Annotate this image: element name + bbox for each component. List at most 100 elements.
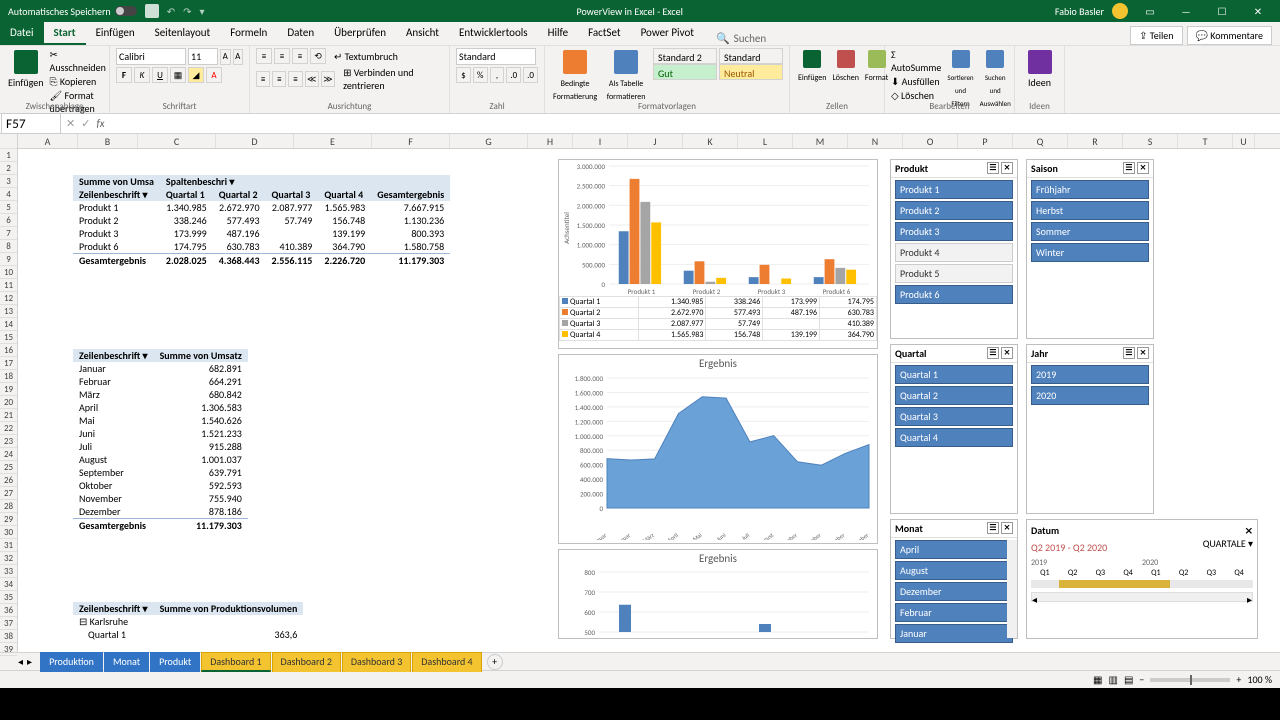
fx-icon[interactable]: fx [96,117,104,130]
slicer-item[interactable]: August [895,561,1013,580]
slicer-item[interactable]: Frühjahr [1031,180,1149,199]
slicer-clear-icon[interactable]: ⨯ [1137,162,1149,174]
slicer-multi-icon[interactable]: ☰ [987,522,999,534]
ribbon-tab-factset[interactable]: FactSet [578,22,631,45]
zoom-in-icon[interactable]: + [1236,673,1241,686]
view-normal-icon[interactable]: ▦ [1093,673,1102,686]
slicer-item[interactable]: Januar [895,624,1013,643]
sheet-tab[interactable]: Produkt [150,652,200,672]
timeline-clear-icon[interactable]: ⨯ [1245,524,1253,537]
ribbon-tab-hilfe[interactable]: Hilfe [538,22,578,45]
slicer-clear-icon[interactable]: ⨯ [1137,347,1149,359]
cell-style-standard[interactable]: Standard [719,48,783,64]
pivot-table-umsatz-monat[interactable]: Zeilenbeschrift ▾Summe von UmsatzJanuar6… [73,349,248,532]
slicer-item[interactable]: 2019 [1031,365,1149,384]
slicer-item[interactable]: 2020 [1031,386,1149,405]
cut-button[interactable]: ✂ Ausschneiden [50,48,106,74]
add-sheet-button[interactable]: + [487,654,503,670]
timeline-scrollbar[interactable]: ◂▸ [1031,592,1253,602]
tell-me-search[interactable]: 🔍 Suchen [716,32,766,45]
align-left-icon[interactable]: ≡ [256,71,270,87]
slicer-item[interactable]: Produkt 3 [895,222,1013,241]
slicer-quartal[interactable]: Quartal☰⨯Quartal 1Quartal 2Quartal 3Quar… [890,344,1018,514]
ribbon-tab-ansicht[interactable]: Ansicht [396,22,449,45]
ribbon-tab-einfügen[interactable]: Einfügen [86,22,145,45]
cancel-formula-icon[interactable]: ✕ [66,117,75,130]
fill-color-icon[interactable]: ◢ [188,67,204,83]
comments-button[interactable]: 💬 Kommentare [1187,26,1272,45]
slicer-multi-icon[interactable]: ☰ [1123,162,1135,174]
zoom-out-icon[interactable]: − [1139,673,1144,686]
ribbon-mode-icon[interactable]: ▭ [1136,5,1164,18]
sheet-nav-prev-icon[interactable]: ◂ [18,655,23,668]
ribbon-tab-formeln[interactable]: Formeln [220,22,277,45]
slicer-jahr[interactable]: Jahr☰⨯20192020 [1026,344,1154,514]
slicer-item[interactable]: Produkt 1 [895,180,1013,199]
slicer-item[interactable]: Quartal 2 [895,386,1013,405]
ribbon-tab-daten[interactable]: Daten [277,22,324,45]
delete-cells-button[interactable]: Löschen [830,48,860,85]
slicer-item[interactable]: April [895,540,1013,559]
sheet-tab[interactable]: Dashboard 3 [342,652,411,672]
insert-cells-button[interactable]: Einfügen [796,48,828,85]
user-avatar[interactable] [1112,3,1128,19]
redo-icon[interactable]: ↷ [183,5,191,18]
slicer-multi-icon[interactable]: ☰ [1123,347,1135,359]
chart-umsatz-bar[interactable]: 3.000.0002.500.0002.000.0001.500.0001.00… [558,159,878,349]
copy-button[interactable]: ⎘ Kopieren [50,75,106,88]
italic-icon[interactable]: K [134,67,150,83]
ribbon-tab-überprüfen[interactable]: Überprüfen [324,22,396,45]
ribbon-tab-entwicklertools[interactable]: Entwicklertools [449,22,538,45]
timeline-unit-dropdown[interactable]: QUARTALE ▾ [1203,537,1253,558]
indent-increase-icon[interactable]: ≫ [321,71,335,87]
ribbon-tab-datei[interactable]: Datei [0,22,44,45]
slicer-item[interactable]: Produkt 2 [895,201,1013,220]
zoom-slider[interactable] [1150,678,1230,682]
cell-style-gut[interactable]: Gut [653,64,717,80]
slicer-item[interactable]: Sommer [1031,222,1149,241]
align-right-icon[interactable]: ≡ [288,71,302,87]
align-top-icon[interactable]: ≡ [256,48,272,64]
qat-dropdown-icon[interactable]: ▾ [199,5,204,18]
increase-font-icon[interactable]: A [220,49,231,65]
minimize-icon[interactable]: — [1172,5,1200,18]
zoom-level[interactable]: 100 % [1247,673,1272,686]
slicer-item[interactable]: Februar [895,603,1013,622]
view-layout-icon[interactable]: ▥ [1109,673,1118,686]
ribbon-tab-seitenlayout[interactable]: Seitenlayout [145,22,221,45]
sheet-tab[interactable]: Monat [104,652,149,672]
indent-decrease-icon[interactable]: ≪ [305,71,319,87]
ideas-button[interactable]: Ideen [1021,48,1058,91]
chart-ergebnis-bar2[interactable]: Ergebnis 800700600500 [558,549,878,639]
slicer-item[interactable]: Quartal 1 [895,365,1013,384]
sheet-tab[interactable]: Dashboard 2 [272,652,341,672]
sheet-nav-next-icon[interactable]: ▸ [27,655,32,668]
format-as-table-button[interactable]: Als Tabelle formatieren [603,48,649,104]
ribbon-tab-power pivot[interactable]: Power Pivot [631,22,704,45]
font-color-icon[interactable]: A [206,67,222,83]
conditional-formatting-button[interactable]: Bedingte Formatierung [551,48,599,104]
align-middle-icon[interactable]: ≡ [274,48,290,64]
wrap-text-button[interactable]: ↵ Textumbruch [334,50,398,63]
save-icon[interactable] [145,4,159,18]
slicer-monat[interactable]: Monat☰⨯AprilAugustDezemberFebruarJanuar [890,519,1018,639]
maximize-icon[interactable]: ☐ [1208,5,1236,18]
autosum-button[interactable]: Σ AutoSumme [891,48,941,74]
percent-icon[interactable]: % [473,67,488,83]
slicer-clear-icon[interactable]: ⨯ [1001,347,1013,359]
sheet-tab[interactable]: Produktion [40,652,103,672]
decrease-font-icon[interactable]: A [233,49,244,65]
slicer-item[interactable]: Quartal 3 [895,407,1013,426]
formula-input[interactable] [111,115,1276,132]
slicer-produkt[interactable]: Produkt☰⨯Produkt 1Produkt 2Produkt 3Prod… [890,159,1018,339]
slicer-item[interactable]: Herbst [1031,201,1149,220]
slicer-multi-icon[interactable]: ☰ [987,347,999,359]
view-pagebreak-icon[interactable]: ▤ [1124,673,1133,686]
sheet-tab[interactable]: Dashboard 4 [412,652,481,672]
font-name-select[interactable] [116,48,186,65]
currency-icon[interactable]: $ [456,67,471,83]
timeline-datum[interactable]: Datum ⨯ Q2 2019 - Q2 2020 QUARTALE ▾ 201… [1026,519,1258,639]
share-button[interactable]: ⇪ Teilen [1130,26,1182,45]
decrease-decimal-icon[interactable]: .0 [523,67,538,83]
slicer-multi-icon[interactable]: ☰ [987,162,999,174]
